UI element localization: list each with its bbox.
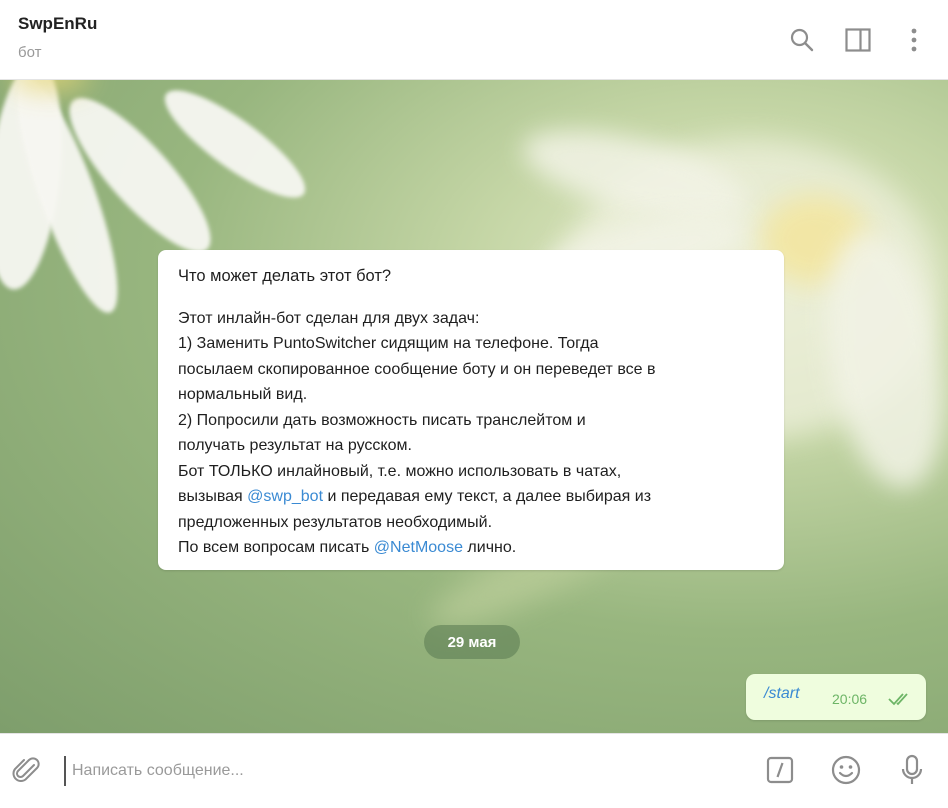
netmoose-mention-link[interactable]: @NetMoose: [374, 539, 463, 556]
date-separator: 29 мая: [424, 625, 520, 659]
more-vertical-icon[interactable]: [898, 24, 930, 56]
card-line: Этот инлайн-бот сделан для двух задач:: [178, 309, 480, 327]
card-line: нормальный вид.: [178, 386, 308, 403]
message-composer: [0, 733, 948, 808]
chat-title[interactable]: SwpEnRu: [18, 14, 97, 34]
start-command-link[interactable]: /start: [764, 685, 800, 703]
double-check-icon: [888, 692, 914, 711]
bot-command-icon[interactable]: [762, 752, 798, 788]
card-line: 1) Заменить PuntoSwitcher сидящим на тел…: [178, 335, 599, 352]
chat-header: SwpEnRu бот: [0, 0, 948, 80]
emoji-icon[interactable]: [828, 752, 864, 788]
card-text: и передавая ему текст, а далее выбирая и…: [323, 488, 652, 505]
card-line: 2) Попросили дать возможность писать тра…: [178, 411, 586, 429]
card-line: получать результат на русском.: [178, 437, 412, 454]
card-line: посылаем скопированное сообщение боту и …: [178, 360, 656, 378]
card-text: лично.: [462, 539, 517, 556]
card-line: предложенных результатов необходимый.: [178, 513, 493, 531]
chat-status: бот: [18, 44, 42, 61]
message-input[interactable]: [64, 756, 744, 786]
search-icon[interactable]: [786, 24, 818, 56]
card-text: По всем вопросам писать: [178, 539, 374, 556]
card-line: По всем вопросам писать @NetMoose лично.: [178, 535, 764, 561]
card-line: вызывая @swp_bot и передавая ему текст, …: [178, 484, 764, 510]
card-line: Бот ТОЛЬКО инлайновый, т.е. можно исполь…: [178, 462, 622, 480]
chat-background: Что может делать этот бот? Этот инлайн-б…: [0, 80, 948, 733]
outgoing-message[interactable]: /start 20:06: [746, 674, 926, 720]
microphone-icon[interactable]: [894, 752, 930, 788]
bot-description-card: Что может делать этот бот? Этот инлайн-б…: [158, 250, 784, 570]
card-title: Что может делать этот бот?: [178, 267, 392, 285]
sidebar-panel-icon[interactable]: [842, 24, 874, 56]
message-time: 20:06: [832, 691, 868, 707]
swp-bot-mention-link[interactable]: @swp_bot: [247, 488, 323, 505]
attach-icon[interactable]: [8, 752, 44, 788]
card-text: вызывая: [178, 488, 248, 505]
